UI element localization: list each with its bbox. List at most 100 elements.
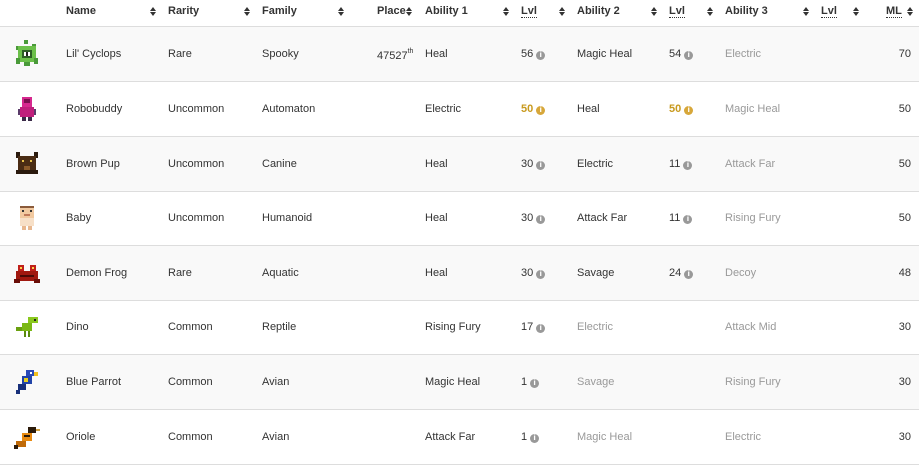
pet-place: 47527th — [377, 48, 413, 62]
col-header-lvl1-label: Lvl — [521, 5, 537, 18]
max-level: 50 — [898, 103, 911, 115]
oriole-pet-icon — [14, 427, 40, 449]
ability-3: Electric — [725, 431, 762, 443]
ability-2-level-value: 54 — [669, 48, 682, 60]
table-row[interactable]: Oriole Common Avian Attack Far 1i Magic … — [0, 410, 919, 465]
col-header-lvl1[interactable]: Lvl — [521, 5, 537, 18]
ability-2: Electric — [577, 158, 614, 170]
pet-family: Aquatic — [262, 267, 299, 279]
table-row[interactable]: Blue Parrot Common Avian Magic Heal 1i S… — [0, 355, 919, 410]
pet-name[interactable]: Demon Frog — [66, 267, 127, 279]
ability-3: Rising Fury — [725, 212, 781, 224]
col-header-name[interactable]: Name — [66, 5, 96, 17]
sort-name-icon[interactable] — [150, 7, 156, 17]
ability-2-level: 24 i — [669, 267, 694, 279]
ability-2: Savage — [577, 376, 615, 388]
ability-2-level-value: 50 — [669, 103, 682, 115]
col-header-rarity[interactable]: Rarity — [168, 5, 199, 17]
col-header-family[interactable]: Family — [262, 5, 297, 17]
pet-name[interactable]: Brown Pup — [66, 158, 120, 170]
info-icon[interactable]: i — [536, 324, 546, 333]
table-row[interactable]: Dino Common Reptile Rising Fury 17 i Elec… — [0, 300, 919, 355]
pet-rarity: Uncommon — [168, 103, 225, 115]
col-header-place[interactable]: Place — [377, 5, 406, 17]
pet-family: Reptile — [262, 321, 297, 333]
sort-lvl1-icon[interactable] — [559, 7, 565, 17]
col-header-lvl3[interactable]: Lvl — [821, 5, 837, 18]
ability-1-level-value: 1 — [521, 431, 528, 443]
sort-ability3-icon[interactable] — [803, 7, 809, 17]
table-row[interactable]: Brown Pup Uncommon Canine Heal 30 i Elect… — [0, 137, 919, 192]
col-header-ability3-label: Ability 3 — [725, 5, 768, 17]
ability-1-level: 17 i — [521, 321, 546, 333]
max-level: 48 — [898, 267, 911, 279]
pet-name[interactable]: Baby — [66, 212, 91, 224]
sort-lvl2-icon[interactable] — [707, 7, 713, 17]
table-row[interactable]: Baby Uncommon Humanoid Heal 30 i Attack F… — [0, 191, 919, 246]
info-icon[interactable]: i — [536, 106, 546, 115]
baby-pet-icon — [20, 206, 34, 230]
pet-place-ordinal: th — [407, 48, 414, 55]
ability-2: Magic Heal — [577, 431, 633, 443]
pet-rarity: Common — [168, 321, 213, 333]
info-icon[interactable]: i — [536, 51, 546, 60]
pet-rarity: Rare — [168, 48, 192, 60]
sort-ml-icon[interactable] — [907, 7, 913, 17]
ability-3: Attack Mid — [725, 321, 777, 333]
sort-rarity-icon[interactable] — [244, 7, 250, 17]
info-icon[interactable]: i — [530, 379, 540, 388]
ability-2: Savage — [577, 267, 615, 279]
demon-frog-pet-icon — [14, 265, 40, 283]
table-row[interactable]: Demon Frog Rare Aquatic Heal 30 i Savage … — [0, 246, 919, 301]
info-icon[interactable]: i — [684, 106, 694, 115]
info-icon[interactable]: i — [530, 434, 540, 443]
info-icon[interactable]: i — [684, 270, 694, 279]
blue-parrot-pet-icon — [16, 370, 38, 394]
info-icon[interactable]: i — [536, 270, 546, 279]
ability-2-level-value: 11 — [669, 212, 681, 224]
max-level: 30 — [898, 376, 911, 388]
info-icon[interactable]: i — [683, 215, 693, 224]
ability-3: Magic Heal — [725, 103, 781, 115]
max-level: 50 — [898, 158, 911, 170]
table-row[interactable]: Robobuddy Uncommon Automaton Electric 50… — [0, 82, 919, 137]
col-header-ability3[interactable]: Ability 3 — [725, 5, 768, 17]
info-icon[interactable]: i — [536, 161, 546, 170]
ability-1: Magic Heal — [425, 376, 481, 388]
ability-2-level: 54 i — [669, 48, 694, 60]
pet-name[interactable]: Dino — [66, 321, 89, 333]
ability-3: Electric — [725, 48, 762, 60]
pet-rarity: Uncommon — [168, 158, 225, 170]
sort-family-icon[interactable] — [338, 7, 344, 17]
pet-name[interactable]: Robobuddy — [66, 103, 122, 115]
ability-2-level: 11 i — [669, 212, 693, 224]
col-header-ability2-label: Ability 2 — [577, 5, 620, 17]
ability-1-level: 1i — [521, 376, 540, 388]
sort-lvl3-icon[interactable] — [853, 7, 859, 17]
info-icon[interactable]: i — [536, 215, 546, 224]
ability-1-level: 50 i — [521, 103, 546, 115]
pet-name[interactable]: Oriole — [66, 431, 95, 443]
col-header-ml[interactable]: ML — [886, 5, 902, 18]
sort-place-icon[interactable] — [406, 7, 412, 17]
pet-rarity: Common — [168, 376, 213, 388]
pet-name[interactable]: Blue Parrot — [66, 376, 121, 388]
table-row[interactable]: Lil' Cyclops Rare Spooky 47527th Heal 56… — [0, 27, 919, 82]
pet-name[interactable]: Lil' Cyclops — [66, 48, 121, 60]
info-icon[interactable]: i — [684, 51, 694, 60]
sort-ability1-icon[interactable] — [503, 7, 509, 17]
pet-family: Spooky — [262, 48, 299, 60]
ability-1-level: 30 i — [521, 158, 546, 170]
col-header-ability1[interactable]: Ability 1 — [425, 5, 468, 17]
sort-ability2-icon[interactable] — [651, 7, 657, 17]
pet-family: Canine — [262, 158, 297, 170]
max-level: 30 — [898, 321, 911, 333]
ability-2-level-value: 11 — [669, 158, 681, 170]
col-header-ability2[interactable]: Ability 2 — [577, 5, 620, 17]
ability-1: Heal — [425, 212, 448, 224]
ability-2: Electric — [577, 321, 614, 333]
table-header: Name Rarity Family Place Ability 1 Lvl A… — [0, 0, 919, 28]
col-header-lvl2[interactable]: Lvl — [669, 5, 685, 18]
col-header-ability1-label: Ability 1 — [425, 5, 468, 17]
info-icon[interactable]: i — [683, 161, 693, 170]
